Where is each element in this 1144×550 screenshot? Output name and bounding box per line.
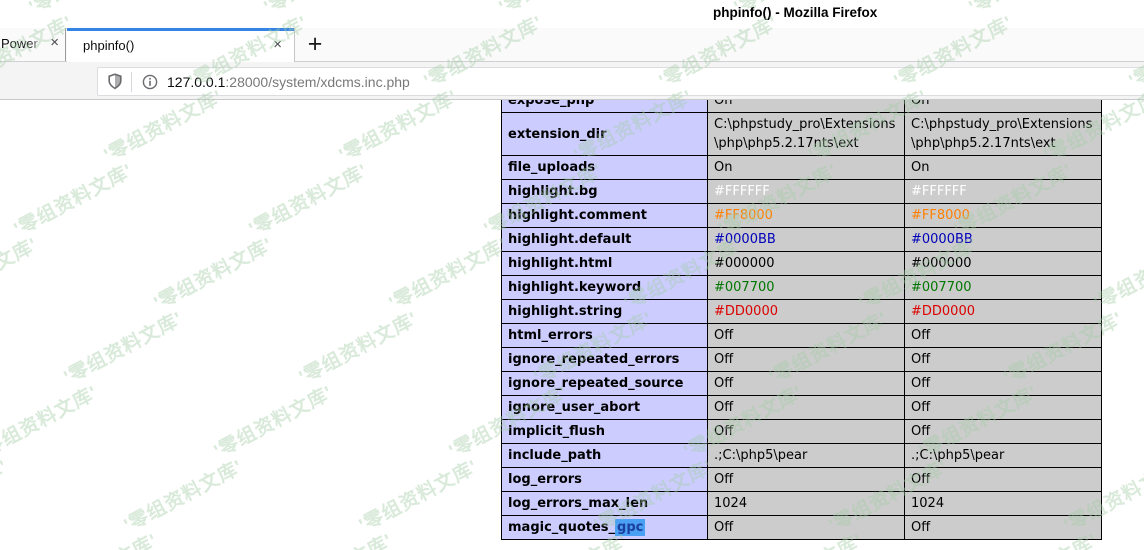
master-value-cell: Off xyxy=(904,323,1102,348)
directive-cell: highlight.html xyxy=(501,251,708,276)
close-tab-icon[interactable]: × xyxy=(50,34,59,52)
info-icon[interactable] xyxy=(142,74,158,90)
directive-cell: log_errors_max_len xyxy=(501,491,708,516)
table-row: highlight.comment #FF8000 #FF8000 xyxy=(501,203,1102,228)
master-value-cell: #007700 xyxy=(904,275,1102,300)
tab-label-fade xyxy=(28,34,46,54)
table-row: highlight.keyword #007700 #007700 xyxy=(501,275,1102,300)
tab-background[interactable]: Power × xyxy=(0,28,66,61)
directive-cell: highlight.bg xyxy=(501,179,708,204)
table-row: highlight.bg #FFFFFF #FFFFFF xyxy=(501,179,1102,204)
local-value-cell: Off xyxy=(707,515,905,540)
table-row: highlight.html #000000 #000000 xyxy=(501,251,1102,276)
master-value-cell: C:\phpstudy_pro\Extensions\php\php5.2.17… xyxy=(904,112,1102,156)
master-value-cell: Off xyxy=(904,515,1102,540)
directive-cell: magic_quotes_ gpc xyxy=(501,515,708,540)
local-value-cell: Off xyxy=(707,467,905,492)
master-value-cell: Off xyxy=(904,347,1102,372)
table-row: highlight.default #0000BB #0000BB xyxy=(501,227,1102,252)
active-tab-accent xyxy=(67,28,294,31)
directive-cell: log_errors xyxy=(501,467,708,492)
master-value-cell: Off xyxy=(904,371,1102,396)
master-value-cell: #0000BB xyxy=(904,227,1102,252)
directive-cell: highlight.default xyxy=(501,227,708,252)
directive-cell: extension_dir xyxy=(501,112,708,156)
master-value-cell: 1024 xyxy=(904,491,1102,516)
master-value-cell: Off xyxy=(904,419,1102,444)
table-row: html_errors Off Off xyxy=(501,323,1102,348)
local-value-cell: #DD0000 xyxy=(707,299,905,324)
master-value-cell: #000000 xyxy=(904,251,1102,276)
table-row: ignore_repeated_source Off Off xyxy=(501,371,1102,396)
directive-cell: expose_php xyxy=(501,100,708,113)
local-value-cell: #0000BB xyxy=(707,227,905,252)
local-value-cell: Off xyxy=(707,371,905,396)
directive-cell: highlight.string xyxy=(501,299,708,324)
local-value-cell: .;C:\php5\pear xyxy=(707,443,905,468)
new-tab-button[interactable]: + xyxy=(300,30,330,60)
directive-cell: ignore_repeated_errors xyxy=(501,347,708,372)
shield-icon[interactable] xyxy=(107,73,123,90)
table-row: ignore_repeated_errors Off Off xyxy=(501,347,1102,372)
table-row: magic_quotes_ gpc Off Off xyxy=(501,515,1102,540)
master-value-cell: .;C:\php5\pear xyxy=(904,443,1102,468)
directive-cell: include_path xyxy=(501,443,708,468)
local-value-cell: #000000 xyxy=(707,251,905,276)
table-row: implicit_flush Off Off xyxy=(501,419,1102,444)
local-value-cell: Off xyxy=(707,395,905,420)
urlbar-divider xyxy=(131,71,132,92)
url-host: 127.0.0.1 xyxy=(167,73,226,90)
local-value-cell: On xyxy=(707,100,905,113)
local-value-cell: C:\phpstudy_pro\Extensions\php\php5.2.17… xyxy=(707,112,905,156)
table-row: file_uploads On On xyxy=(501,155,1102,180)
window-titlebar: phpinfo() - Mozilla Firefox xyxy=(0,0,1144,28)
tab-label: phpinfo() xyxy=(83,38,135,53)
table-row: log_errors_max_len 1024 1024 xyxy=(501,491,1102,516)
table-row: expose_php On On xyxy=(501,100,1102,113)
tab-bar: Power × phpinfo() × + xyxy=(0,28,1144,62)
local-value-cell: Off xyxy=(707,323,905,348)
master-value-cell: #FFFFFF xyxy=(904,179,1102,204)
directive-cell: implicit_flush xyxy=(501,419,708,444)
browser-window: phpinfo() - Mozilla Firefox Power × phpi… xyxy=(0,0,1144,550)
master-value-cell: On xyxy=(904,100,1102,113)
page-content: expose_php On On extension_dir C:\phpstudy_p… xyxy=(0,100,1144,550)
local-value-cell: #FFFFFF xyxy=(707,179,905,204)
phpinfo-table: expose_php On On extension_dir C:\phpstudy_p… xyxy=(501,100,1102,540)
master-value-cell: Off xyxy=(904,467,1102,492)
table-row: highlight.string #DD0000 #DD0000 xyxy=(501,299,1102,324)
url-bar[interactable]: 127.0.0.1:28000/system/xdcms.inc.php xyxy=(97,67,1144,96)
master-value-cell: On xyxy=(904,155,1102,180)
window-title: phpinfo() - Mozilla Firefox xyxy=(713,5,878,20)
table-row: extension_dir C:\phpstudy_pro\Extensions\… xyxy=(501,112,1102,156)
close-tab-icon[interactable]: × xyxy=(273,36,282,54)
directive-cell: highlight.comment xyxy=(501,203,708,228)
local-value-cell: #FF8000 xyxy=(707,203,905,228)
directive-cell: ignore_repeated_source xyxy=(501,371,708,396)
local-value-cell: #007700 xyxy=(707,275,905,300)
directive-cell: ignore_user_abort xyxy=(501,395,708,420)
directive-cell: html_errors xyxy=(501,323,708,348)
master-value-cell: #DD0000 xyxy=(904,299,1102,324)
url-path: :28000/system/xdcms.inc.php xyxy=(225,73,410,90)
local-value-cell: 1024 xyxy=(707,491,905,516)
table-row: include_path .;C:\php5\pear .;C:\php5\pear xyxy=(501,443,1102,468)
tab-phpinfo-active[interactable]: phpinfo() × xyxy=(67,28,295,62)
url-text[interactable]: 127.0.0.1:28000/system/xdcms.inc.php xyxy=(167,74,410,90)
local-value-cell: Off xyxy=(707,347,905,372)
table-row: log_errors Off Off xyxy=(501,467,1102,492)
navigation-toolbar: 127.0.0.1:28000/system/xdcms.inc.php xyxy=(0,62,1144,100)
table-row: ignore_user_abort Off Off xyxy=(501,395,1102,420)
local-value-cell: On xyxy=(707,155,905,180)
directive-cell: file_uploads xyxy=(501,155,708,180)
master-value-cell: #FF8000 xyxy=(904,203,1102,228)
master-value-cell: Off xyxy=(904,395,1102,420)
local-value-cell: Off xyxy=(707,419,905,444)
find-match-highlight: gpc xyxy=(615,519,646,536)
directive-cell: highlight.keyword xyxy=(501,275,708,300)
